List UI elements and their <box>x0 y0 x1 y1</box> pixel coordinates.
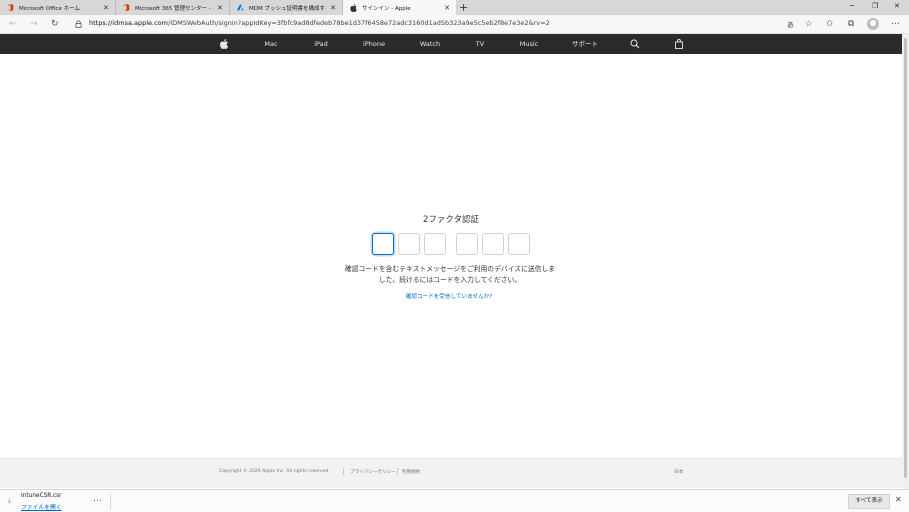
code-digit-3[interactable] <box>424 233 446 255</box>
minimize-icon[interactable]: ─ <box>850 2 854 10</box>
privacy-policy-link[interactable]: プライバシーポリシー <box>350 469 396 475</box>
azure-icon <box>237 4 244 11</box>
forward-icon[interactable]: → <box>30 18 38 30</box>
url-field[interactable]: https://idmsa.apple.com/IDMSWebAuth/sign… <box>89 19 550 27</box>
lock-icon[interactable] <box>75 20 82 28</box>
copyright-text: Copyright © 2020 Apple Inc. All rights r… <box>219 469 330 474</box>
region-link[interactable]: 日本 <box>674 469 683 475</box>
back-icon[interactable]: ← <box>9 18 17 30</box>
url-path: /IDMSWebAuth/signin?appIdKey=3fbfc9ad8df… <box>168 19 550 27</box>
code-digit-5[interactable] <box>482 233 504 255</box>
apple-global-nav: Mac iPad iPhone Watch TV Music サポート <box>0 34 902 54</box>
translate-icon[interactable]: あ <box>787 19 794 31</box>
browser-tab-bar: Microsoft Office ホーム ✕ Microsoft 365 管理セ… <box>0 0 909 15</box>
footer-divider <box>343 468 344 475</box>
tab-close-icon[interactable]: ✕ <box>329 4 337 12</box>
browser-tab-apple-signin[interactable]: サインイン - Apple ✕ <box>343 0 456 15</box>
auth-description-line-1: 確認コードを含むテキストメッセージをご利用のデバイスに送信しま <box>344 265 556 273</box>
code-not-received-link[interactable]: 確認コードを受信していませんか? <box>0 292 898 300</box>
file-icon: ⤓ <box>8 497 11 504</box>
browser-tab-m365-admin[interactable]: Microsoft 365 管理センター - ホー… ✕ <box>116 0 230 15</box>
shopping-bag-icon[interactable] <box>674 39 684 49</box>
collections-icon[interactable]: ⧉ <box>848 18 854 30</box>
nav-item-iphone[interactable]: iPhone <box>363 34 385 54</box>
window-close-icon[interactable]: ✕ <box>894 2 900 10</box>
search-icon[interactable] <box>630 39 640 49</box>
footer-divider <box>397 468 398 475</box>
tab-close-icon[interactable]: ✕ <box>216 4 224 12</box>
tab-title: Microsoft 365 管理センター - ホー… <box>135 5 213 12</box>
tab-title: Microsoft Office ホーム <box>19 5 80 12</box>
browser-tab-mdm-push[interactable]: MDM プッシュ証明書を構成する - I… ✕ <box>230 0 343 15</box>
apple-icon <box>350 3 357 12</box>
show-all-downloads-button[interactable]: すべて表示 <box>848 494 890 509</box>
nav-item-mac[interactable]: Mac <box>264 34 277 54</box>
tab-close-icon[interactable]: ✕ <box>102 4 110 12</box>
terms-link[interactable]: 利用規約 <box>402 469 420 475</box>
office-icon <box>123 4 130 11</box>
download-bar-close-icon[interactable]: ✕ <box>895 495 902 504</box>
download-more-icon[interactable]: … <box>93 494 102 504</box>
favorite-star-icon[interactable]: ☆ <box>805 18 813 30</box>
more-menu-icon[interactable]: ⋯ <box>891 18 900 30</box>
new-tab-button[interactable]: + <box>459 1 468 14</box>
open-file-link[interactable]: ファイルを開く <box>21 502 62 511</box>
office-icon <box>7 4 14 11</box>
nav-item-ipad[interactable]: iPad <box>314 34 328 54</box>
nav-item-tv[interactable]: TV <box>476 34 484 54</box>
page-scrollbar[interactable] <box>902 34 909 489</box>
download-bar: ⤓ IntuneCSR.csr ファイルを開く … すべて表示 ✕ <box>0 489 909 512</box>
tab-title: サインイン - Apple <box>362 5 411 12</box>
url-host: https://idmsa.apple.com <box>89 19 168 27</box>
nav-item-watch[interactable]: Watch <box>420 34 440 54</box>
download-file-name[interactable]: IntuneCSR.csr <box>21 493 62 499</box>
apple-logo-icon[interactable] <box>219 39 229 49</box>
reload-icon[interactable]: ↻ <box>51 18 59 30</box>
nav-item-support[interactable]: サポート <box>572 34 598 54</box>
maximize-icon[interactable]: ❐ <box>872 2 878 10</box>
tab-title: MDM プッシュ証明書を構成する - I… <box>249 5 326 12</box>
code-digit-6[interactable] <box>508 233 530 255</box>
scrollbar-thumb[interactable] <box>904 38 907 478</box>
browser-tab-office-home[interactable]: Microsoft Office ホーム ✕ <box>0 0 116 15</box>
nav-item-music[interactable]: Music <box>520 34 539 54</box>
code-digit-2[interactable] <box>398 233 420 255</box>
code-digit-1[interactable] <box>372 233 394 255</box>
code-digit-4[interactable] <box>456 233 478 255</box>
tab-close-icon[interactable]: ✕ <box>443 4 451 12</box>
auth-description-line-2: した。続けるにはコードを入力してください。 <box>378 276 522 284</box>
favorites-list-icon[interactable]: ✩ <box>826 18 833 30</box>
two-factor-title: 2ファクタ認証 <box>422 215 480 225</box>
profile-avatar[interactable] <box>867 18 879 30</box>
download-divider <box>110 493 111 510</box>
browser-address-bar: ← → ↻ https://idmsa.apple.com/IDMSWebAut… <box>0 15 909 34</box>
page-footer: Copyright © 2020 Apple Inc. All rights r… <box>0 458 902 488</box>
